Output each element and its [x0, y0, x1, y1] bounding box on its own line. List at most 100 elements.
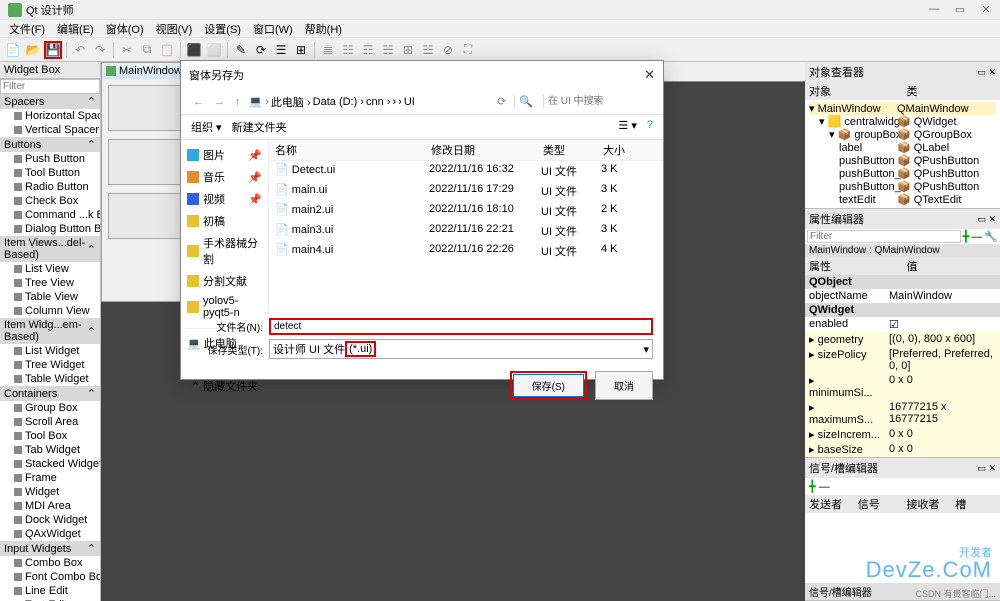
send-back-icon[interactable]: ⬛ — [185, 41, 203, 59]
new-folder-button[interactable]: 新建文件夹 — [232, 119, 287, 135]
dialog-sidebar[interactable]: 图片📌音乐📌视频📌初稿手术器械分割分割文献yolov5-pyqt5-n💻 此电脑 — [181, 140, 269, 312]
sidebar-item[interactable]: yolov5-pyqt5-n — [185, 292, 264, 322]
menu-item[interactable]: 编辑(E) — [52, 19, 99, 39]
close-button[interactable]: ✕ — [980, 3, 992, 16]
breadcrumb-segment[interactable]: 此电脑 › — [271, 94, 311, 110]
widget-item[interactable]: Dock Widget — [0, 513, 100, 527]
menu-item[interactable]: 窗口(W) — [248, 19, 298, 39]
breadcrumb-segment[interactable]: Data (D:) › — [313, 96, 364, 108]
property-filter-input[interactable] — [807, 230, 961, 243]
file-row[interactable]: 📄 Detect.ui2022/11/16 16:32UI 文件3 K — [269, 161, 663, 181]
file-row[interactable]: 📄 main3.ui2022/11/16 22:21UI 文件3 K — [269, 221, 663, 241]
property-table[interactable]: QObjectobjectNameMainWindowQWidgetenable… — [805, 275, 1000, 457]
widget-category[interactable]: Item Widg...em-Based)⌃ — [0, 318, 100, 344]
layout-v-icon[interactable]: ☷ — [339, 41, 357, 59]
object-tree-row[interactable]: textEdit📦 QTextEdit — [809, 193, 996, 206]
menu-item[interactable]: 帮助(H) — [300, 19, 347, 39]
widget-item[interactable]: List View — [0, 262, 100, 276]
undo-icon[interactable]: ↶ — [71, 41, 89, 59]
file-row[interactable]: 📄 main.ui2022/11/16 17:29UI 文件3 K — [269, 181, 663, 201]
object-tree-row[interactable]: ▾ 📦 groupBox📦 QGroupBox — [809, 128, 996, 141]
object-tree-row[interactable]: pushButton📦 QPushButton — [809, 154, 996, 167]
widget-item[interactable]: Stacked Widget — [0, 457, 100, 471]
copy-icon[interactable]: ⧉ — [138, 41, 156, 59]
sig-add-icon[interactable]: ╋ — [809, 481, 816, 493]
break-layout-icon[interactable]: ⊘ — [439, 41, 457, 59]
widget-item[interactable]: Column View — [0, 304, 100, 318]
object-tree-row[interactable]: ▾ MainWindowQMainWindow — [809, 102, 996, 115]
breadcrumb-segment[interactable]: › — [392, 96, 396, 108]
widget-filter-input[interactable] — [0, 79, 100, 94]
widget-item[interactable]: Tool Button — [0, 166, 100, 180]
nav-forward-icon[interactable]: → — [212, 94, 227, 110]
collapse-icon[interactable]: ▭ ✕ — [977, 67, 996, 78]
remove-icon[interactable]: — — [971, 231, 982, 243]
edit-signals-icon[interactable]: ⟳ — [252, 41, 270, 59]
file-list[interactable]: 名称修改日期类型大小 📄 Detect.ui2022/11/16 16:32UI… — [269, 140, 663, 312]
widget-item[interactable]: Horizontal Spacer — [0, 109, 100, 123]
widget-item[interactable]: QAxWidget — [0, 527, 100, 541]
cancel-button[interactable]: 取消 — [595, 371, 653, 400]
widget-item[interactable]: List Widget — [0, 344, 100, 358]
hide-folders-button[interactable]: ⌃ 隐藏文件夹 — [191, 378, 258, 394]
save-button[interactable]: 保存(S) — [513, 374, 584, 397]
layout-form-icon[interactable]: ☳ — [419, 41, 437, 59]
breadcrumb-segment[interactable]: › — [398, 96, 402, 108]
widget-category[interactable]: Spacers⌃ — [0, 94, 100, 109]
new-file-icon[interactable]: 📄 — [4, 41, 22, 59]
save-icon[interactable]: 💾 — [44, 41, 62, 59]
widget-item[interactable]: Dialog Button Box — [0, 222, 100, 236]
widget-item[interactable]: Combo Box — [0, 556, 100, 570]
nav-refresh-icon[interactable]: ⟳ — [495, 93, 508, 110]
object-tree-row[interactable]: label📦 QLabel — [809, 141, 996, 154]
breadcrumb-segment[interactable]: UI — [404, 96, 415, 108]
widget-item[interactable]: Font Combo Box — [0, 570, 100, 584]
widget-item[interactable]: Group Box — [0, 401, 100, 415]
organize-button[interactable]: 组织 ▾ — [191, 119, 222, 135]
object-tree-row[interactable]: ▾ 🟨 centralwidget📦 QWidget — [809, 115, 996, 128]
widget-item[interactable]: Table View — [0, 290, 100, 304]
widget-item[interactable]: Scroll Area — [0, 415, 100, 429]
minimize-button[interactable]: — — [928, 3, 940, 16]
config-icon[interactable]: 🔧 — [984, 230, 998, 243]
adjust-size-icon[interactable]: ⛶ — [459, 41, 477, 59]
widget-item[interactable]: Tab Widget — [0, 443, 100, 457]
widget-item[interactable]: MDI Area — [0, 499, 100, 513]
edit-widgets-icon[interactable]: ✎ — [232, 41, 250, 59]
widget-category[interactable]: Input Widgets⌃ — [0, 541, 100, 556]
add-icon[interactable]: ╋ — [963, 230, 970, 243]
edit-buddies-icon[interactable]: ☰ — [272, 41, 290, 59]
object-tree-row[interactable]: pushButton_3📦 QPushButton — [809, 180, 996, 193]
view-icon[interactable]: ☰ ▾ — [618, 119, 636, 135]
widget-tree[interactable]: Spacers⌃Horizontal SpacerVertical Spacer… — [0, 94, 100, 601]
layout-grid-icon[interactable]: ⊞ — [399, 41, 417, 59]
widget-item[interactable]: Push Button — [0, 152, 100, 166]
widget-item[interactable]: Widget — [0, 485, 100, 499]
filetype-select[interactable]: 设计师 UI 文件 (*.ui) ▾ — [269, 339, 653, 359]
redo-icon[interactable]: ↷ — [91, 41, 109, 59]
help-icon[interactable]: ? — [647, 119, 653, 135]
sig-remove-icon[interactable]: — — [819, 481, 830, 493]
sidebar-item[interactable]: 分割文献 — [185, 270, 264, 292]
filename-input[interactable] — [269, 318, 653, 335]
dialog-search-input[interactable] — [543, 94, 653, 109]
object-tree[interactable]: ▾ MainWindowQMainWindow▾ 🟨 centralwidget… — [805, 100, 1000, 208]
sidebar-item[interactable]: 音乐📌 — [185, 166, 264, 188]
cut-icon[interactable]: ✂ — [118, 41, 136, 59]
open-icon[interactable]: 📂 — [24, 41, 42, 59]
sidebar-item[interactable]: 初稿 — [185, 210, 264, 232]
nav-back-icon[interactable]: ← — [191, 94, 206, 110]
widget-item[interactable]: Check Box — [0, 194, 100, 208]
bring-front-icon[interactable]: ⬜ — [205, 41, 223, 59]
widget-category[interactable]: Item Views...del-Based)⌃ — [0, 236, 100, 262]
widget-item[interactable]: Table Widget — [0, 372, 100, 386]
widget-item[interactable]: Tool Box — [0, 429, 100, 443]
file-row[interactable]: 📄 main2.ui2022/11/16 18:10UI 文件2 K — [269, 201, 663, 221]
layout-h-icon[interactable]: ≣ — [319, 41, 337, 59]
collapse-icon[interactable]: ▭ ✕ — [977, 214, 996, 225]
widget-item[interactable]: Tree View — [0, 276, 100, 290]
property-row[interactable]: ▸ sizePolicy[Preferred, Preferred, 0, 0] — [805, 347, 1000, 373]
object-tree-row[interactable]: pushButton_2📦 QPushButton — [809, 167, 996, 180]
menu-item[interactable]: 窗体(O) — [101, 19, 149, 39]
sidebar-item[interactable]: 视频📌 — [185, 188, 264, 210]
